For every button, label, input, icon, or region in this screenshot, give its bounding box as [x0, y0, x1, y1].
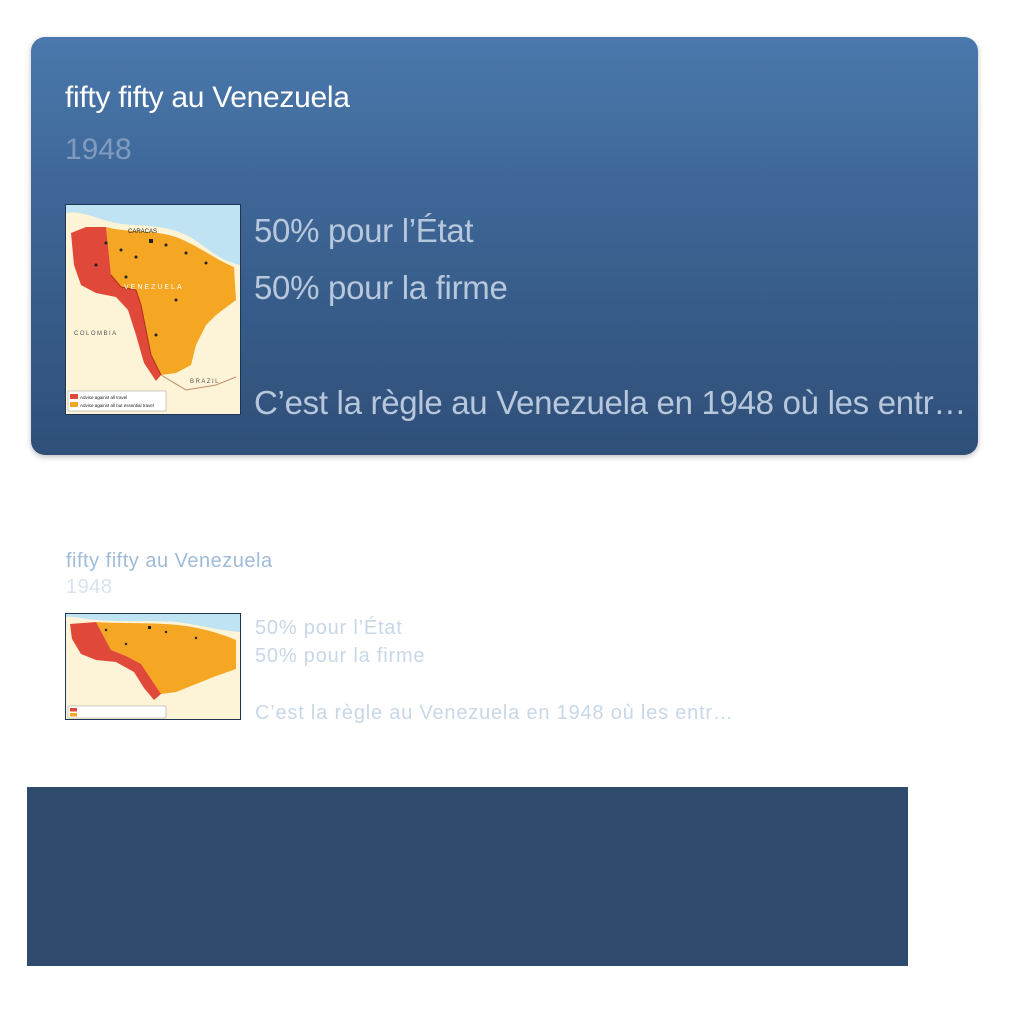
card-line-firm-share: 50% pour la firme	[254, 269, 508, 306]
card-title: fifty fifty au Venezuela	[65, 81, 350, 114]
map-label-colombia: COLOMBIA	[74, 331, 118, 337]
preview-year: 1948	[66, 576, 113, 598]
map-label-brazil: BRAZIL	[190, 379, 220, 385]
preview-line-summary: C’est la règle au Venezuela en 1948 où l…	[255, 702, 734, 724]
story-card[interactable]: fifty fifty au Venezuela 1948 CARACAS VE…	[31, 37, 978, 455]
map-legend-orange: Advise against all but essential travel	[80, 403, 154, 408]
card-line-summary: C’est la règle au Venezuela en 1948 où l…	[254, 384, 967, 421]
preview-line-firm-share: 50% pour la firme	[255, 645, 426, 667]
preview-title: fifty fifty au Venezuela	[66, 550, 273, 572]
bottom-panel	[27, 787, 908, 966]
map-label-caracas: CARACAS	[128, 229, 157, 235]
venezuela-map-thumbnail[interactable]: CARACAS VENEZUELA COLOMBIA BRAZIL Advise…	[65, 204, 241, 415]
card-line-state-share: 50% pour l’État	[254, 212, 474, 249]
card-year: 1948	[65, 133, 132, 166]
map-legend-red: Advise against all travel	[80, 395, 127, 400]
preview-map-thumbnail	[65, 613, 241, 720]
preview-line-state-share: 50% pour l’État	[255, 617, 403, 639]
map-label-venezuela: VENEZUELA	[124, 284, 184, 291]
preview-map	[66, 614, 240, 719]
venezuela-map: CARACAS VENEZUELA COLOMBIA BRAZIL Advise…	[66, 205, 240, 414]
